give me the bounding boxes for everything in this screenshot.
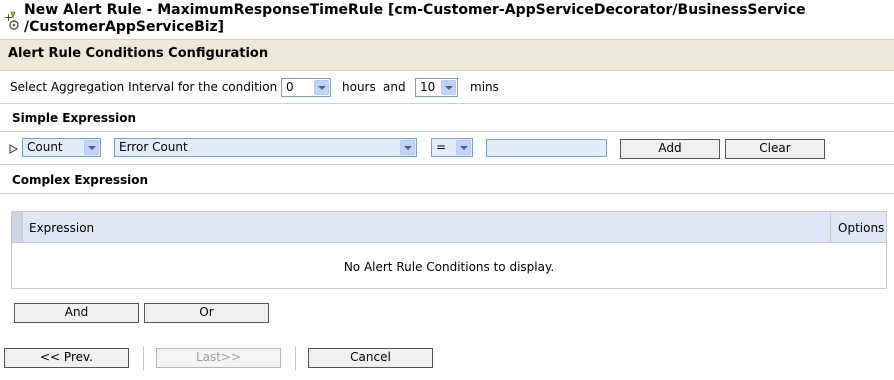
divider bbox=[0, 164, 894, 165]
and-button[interactable]: And bbox=[14, 303, 139, 323]
simple-expression-heading: Simple Expression bbox=[12, 111, 137, 125]
chevron-down-icon bbox=[456, 140, 471, 155]
complex-expression-heading: Complex Expression bbox=[12, 173, 149, 187]
mins-select[interactable]: 10 bbox=[415, 78, 458, 97]
clear-button[interactable]: Clear bbox=[725, 139, 825, 159]
row-arrow-icon bbox=[9, 143, 19, 157]
chevron-down-icon bbox=[84, 140, 99, 155]
hours-select[interactable]: 0 bbox=[281, 78, 331, 97]
page-title-line1: New Alert Rule - MaximumResponseTimeRule… bbox=[24, 2, 806, 18]
page-title: New Alert Rule - MaximumResponseTimeRule… bbox=[24, 2, 884, 36]
prev-button[interactable]: << Prev. bbox=[4, 348, 129, 368]
aggregation-label: Select Aggregation Interval for the cond… bbox=[10, 80, 286, 94]
function-select-value: Count bbox=[27, 140, 63, 154]
chevron-down-icon bbox=[314, 80, 329, 95]
operator-select[interactable]: = bbox=[431, 138, 473, 157]
last-button[interactable]: Last>> bbox=[156, 348, 281, 368]
divider bbox=[0, 131, 894, 132]
section-title: Alert Rule Conditions Configuration bbox=[8, 46, 269, 61]
table-header-stub bbox=[12, 212, 23, 242]
mins-select-value: 10 bbox=[420, 80, 436, 94]
hours-label: hours bbox=[342, 80, 376, 94]
condition-value-input[interactable] bbox=[486, 139, 607, 157]
operator-select-value: = bbox=[436, 140, 447, 154]
separator bbox=[295, 346, 296, 370]
empty-table-message: No Alert Rule Conditions to display. bbox=[343, 260, 555, 274]
chevron-down-icon bbox=[441, 80, 456, 95]
alert-rule-icon: + bbox=[4, 9, 22, 31]
and-label: and bbox=[383, 80, 406, 94]
table-header bbox=[12, 212, 886, 243]
separator bbox=[143, 346, 144, 370]
metric-select-value: Error Count bbox=[119, 140, 188, 154]
column-header-options: Options bbox=[838, 221, 885, 235]
or-button[interactable]: Or bbox=[144, 303, 269, 323]
page-title-line2: /CustomerAppServiceBiz] bbox=[24, 19, 225, 35]
divider bbox=[0, 103, 894, 104]
chevron-down-icon bbox=[400, 140, 415, 155]
column-divider bbox=[830, 212, 831, 242]
metric-select[interactable]: Error Count bbox=[114, 138, 417, 157]
add-button[interactable]: Add bbox=[620, 139, 720, 159]
column-header-expression: Expression bbox=[29, 221, 95, 235]
hours-select-value: 0 bbox=[286, 80, 294, 94]
mins-label: mins bbox=[470, 80, 499, 94]
divider bbox=[0, 193, 894, 194]
function-select[interactable]: Count bbox=[22, 138, 101, 157]
cancel-button[interactable]: Cancel bbox=[308, 348, 433, 368]
